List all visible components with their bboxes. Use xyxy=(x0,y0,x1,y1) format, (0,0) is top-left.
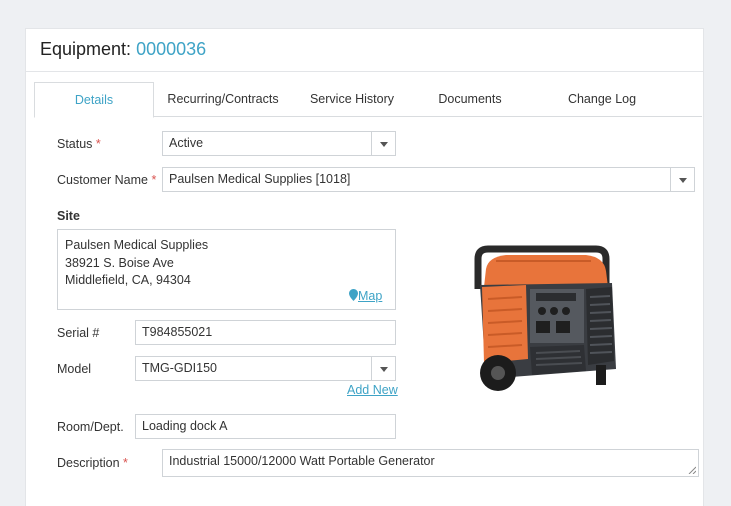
description-value: Industrial 15000/12000 Watt Portable Gen… xyxy=(169,454,435,468)
status-select[interactable]: Active xyxy=(162,131,396,156)
customer-name-label: Customer Name * xyxy=(57,173,156,187)
customer-name-label-text: Customer Name xyxy=(57,173,148,187)
room-dept-input[interactable]: Loading dock A xyxy=(135,414,396,439)
page-title: Equipment: 0000036 xyxy=(40,39,206,60)
description-required-mark: * xyxy=(123,456,128,470)
site-line-1: Paulsen Medical Supplies xyxy=(65,238,209,252)
site-address-box: Paulsen Medical Supplies 38921 S. Boise … xyxy=(57,229,396,310)
status-dropdown-button[interactable] xyxy=(371,132,395,155)
model-value: TMG-GDI150 xyxy=(142,361,218,375)
customer-dropdown-button[interactable] xyxy=(670,168,694,191)
caret-down-icon xyxy=(380,142,388,147)
caret-down-icon xyxy=(380,367,388,372)
model-select[interactable]: TMG-GDI150 xyxy=(135,356,396,381)
map-pin-icon xyxy=(349,289,358,301)
resize-handle-icon[interactable] xyxy=(688,466,696,474)
description-label-text: Description xyxy=(57,456,120,470)
description-label: Description * xyxy=(57,456,128,470)
status-value: Active xyxy=(169,136,204,150)
status-label: Status * xyxy=(57,137,101,151)
header-divider xyxy=(26,71,703,72)
model-dropdown-button[interactable] xyxy=(371,357,395,380)
description-textarea[interactable]: Industrial 15000/12000 Watt Portable Gen… xyxy=(162,449,699,477)
room-dept-value: Loading dock A xyxy=(142,419,228,433)
map-link[interactable]: Map xyxy=(349,288,382,306)
equipment-card: Equipment: 0000036 Details Recurring/Con… xyxy=(25,28,704,506)
serial-label: Serial # xyxy=(57,326,100,340)
customer-name-value: Paulsen Medical Supplies [1018] xyxy=(169,172,351,186)
room-dept-label: Room/Dept. xyxy=(57,420,124,434)
caret-down-icon xyxy=(679,178,687,183)
equipment-number: 0000036 xyxy=(136,39,207,59)
customer-name-select[interactable]: Paulsen Medical Supplies [1018] xyxy=(162,167,695,192)
serial-input[interactable]: T984855021 xyxy=(135,320,396,345)
add-new-model-link[interactable]: Add New xyxy=(347,383,398,397)
site-line-3: Middlefield, CA, 94304 xyxy=(65,273,191,287)
customer-required-mark: * xyxy=(151,173,157,187)
equipment-photo xyxy=(474,245,616,391)
map-link-text[interactable]: Map xyxy=(358,289,382,303)
site-line-2: 38921 S. Boise Ave xyxy=(65,255,174,270)
tab-documents[interactable]: Documents xyxy=(414,82,526,117)
page-title-label: Equipment: xyxy=(40,39,132,59)
model-label: Model xyxy=(57,362,92,376)
tab-bar: Details Recurring/Contracts Service Hist… xyxy=(34,82,702,118)
tab-recurring-contracts[interactable]: Recurring/Contracts xyxy=(160,82,286,117)
status-label-text: Status xyxy=(57,137,93,151)
tab-change-log[interactable]: Change Log xyxy=(542,82,662,117)
status-required-mark: * xyxy=(95,137,101,151)
tab-details[interactable]: Details xyxy=(34,82,154,118)
site-label: Site xyxy=(57,209,80,223)
serial-value: T984855021 xyxy=(142,325,213,339)
tab-service-history[interactable]: Service History xyxy=(296,82,408,117)
